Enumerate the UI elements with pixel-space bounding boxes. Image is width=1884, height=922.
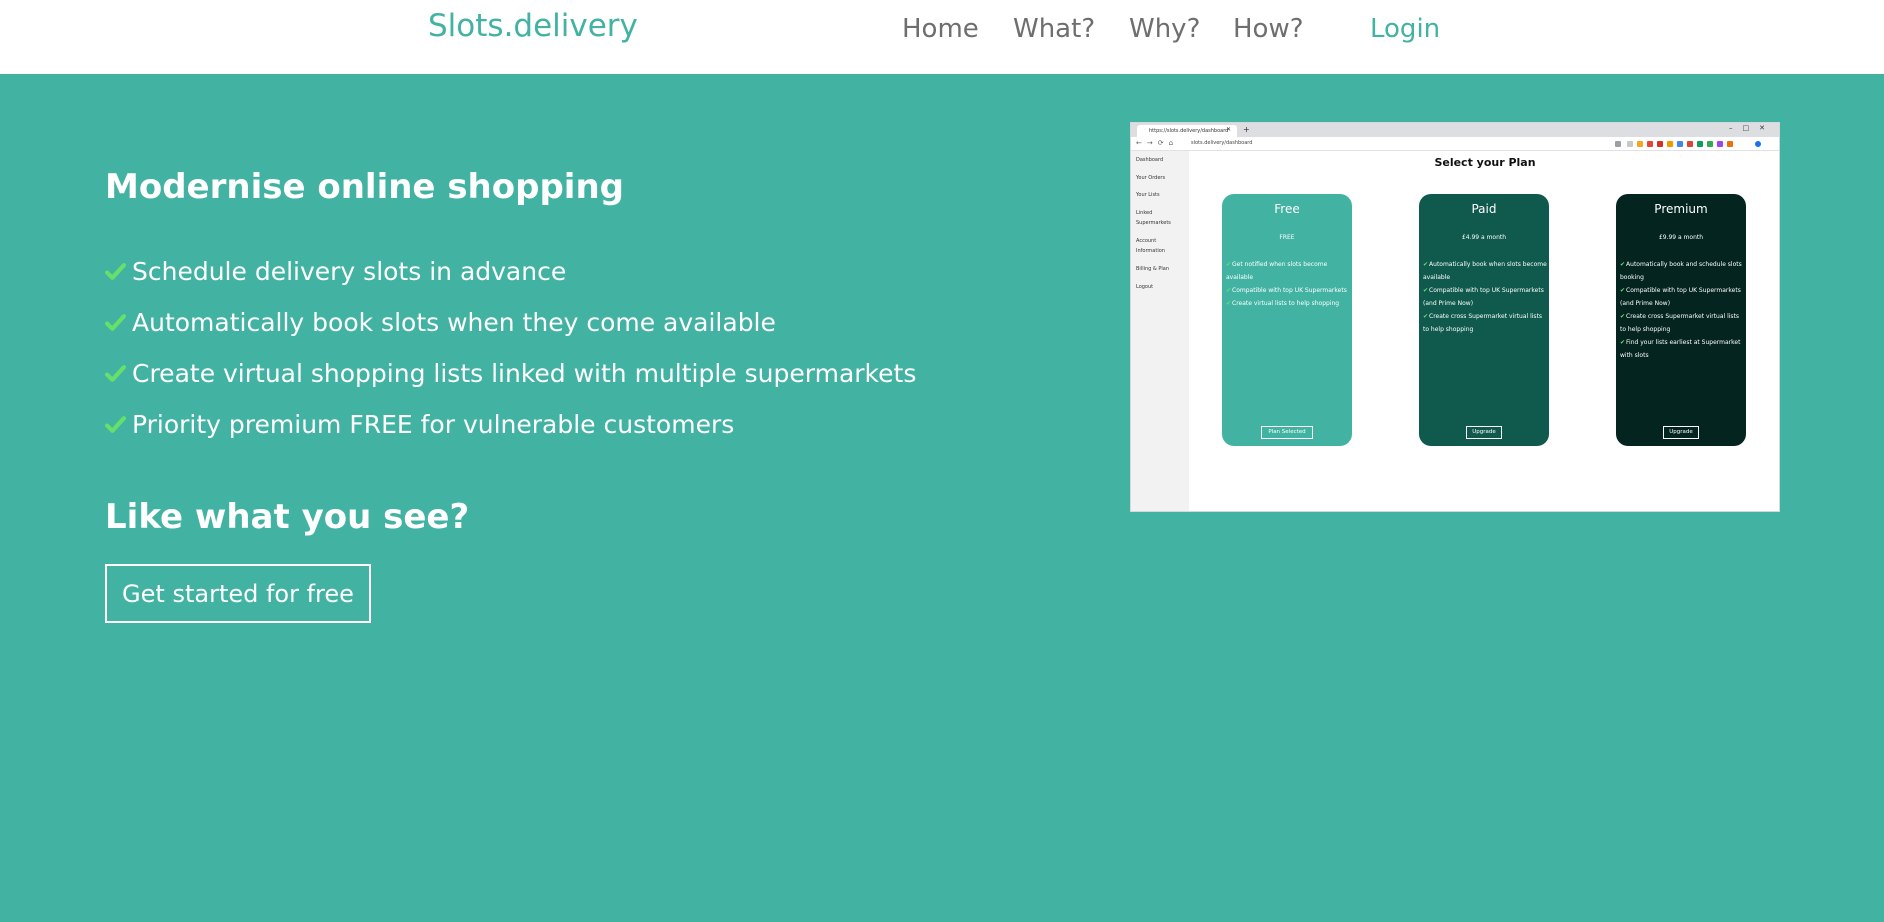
check-icon: ✔ <box>1620 339 1626 346</box>
plan-name: Paid <box>1471 202 1497 216</box>
login-link[interactable]: Login <box>1370 14 1440 44</box>
plan-feature: ✔Create cross Supermarket virtual lists … <box>1423 313 1543 333</box>
plan-features: ✔Automatically book when slots become av… <box>1423 258 1547 336</box>
sidebar-item-logout: Logout <box>1136 284 1154 290</box>
feature-text: Priority premium FREE for vulnerable cus… <box>132 410 735 439</box>
check-icon <box>105 416 126 433</box>
tab-close-icon: ✕ <box>1226 126 1232 133</box>
nav-what[interactable]: What? <box>1013 14 1095 44</box>
window-controls-icon: –□✕ <box>1729 124 1775 132</box>
cta-heading: Like what you see? <box>105 497 470 537</box>
check-icon <box>105 314 126 331</box>
nav-why[interactable]: Why? <box>1129 14 1200 44</box>
plan-feature: ✔Compatible with top UK Supermarkets <box>1226 287 1347 294</box>
upgrade-button: Upgrade <box>1466 426 1502 439</box>
sidebar-item-supermarkets: Linked Supermarkets <box>1136 210 1171 226</box>
extension-icon <box>1727 141 1733 147</box>
plan-feature: ✔Find your lists earliest at Supermarket… <box>1620 339 1741 359</box>
check-icon <box>105 263 126 280</box>
check-icon: ✔ <box>1620 261 1626 268</box>
check-icon: ✔ <box>1226 287 1232 294</box>
feature-text: Automatically book slots when they come … <box>132 308 776 337</box>
plan-name: Premium <box>1654 202 1708 216</box>
check-icon: ✔ <box>1620 313 1626 320</box>
app-sidebar: Dashboard Your Orders Your Lists Linked … <box>1131 151 1189 511</box>
plan-features: ✔Automatically book and schedule slots b… <box>1620 258 1744 362</box>
plan-feature: ✔Automatically book and schedule slots b… <box>1620 261 1742 281</box>
check-icon: ✔ <box>1226 300 1232 307</box>
check-icon: ✔ <box>1226 261 1232 268</box>
feature-item: Create virtual shopping lists linked wit… <box>105 359 916 388</box>
plan-features: ✔Get notified when slots become availabl… <box>1226 258 1350 310</box>
new-tab-icon: + <box>1243 125 1250 134</box>
url-text: slots.delivery/dashboard <box>1191 140 1253 146</box>
plan-card-free: Free FREE ✔Get notified when slots becom… <box>1222 194 1352 446</box>
plan-feature: ✔Get notified when slots become availabl… <box>1226 261 1328 281</box>
sidebar-item-billing: Billing & Plan <box>1136 266 1170 272</box>
extension-icon <box>1667 141 1673 147</box>
hero-heading: Modernise online shopping <box>105 167 624 207</box>
brand-logo[interactable]: Slots.delivery <box>428 8 638 44</box>
extension-icon <box>1637 141 1643 147</box>
feature-text: Schedule delivery slots in advance <box>132 257 567 286</box>
profile-avatar-icon <box>1755 141 1761 147</box>
extension-icon <box>1677 141 1683 147</box>
extension-icon <box>1697 141 1703 147</box>
check-icon: ✔ <box>1423 261 1429 268</box>
nav-home[interactable]: Home <box>902 14 979 44</box>
sidebar-item-lists: Your Lists <box>1136 192 1160 198</box>
app-screenshot: https://slots.delivery/dashboard ✕ + –□✕… <box>1130 122 1780 512</box>
feature-item: Schedule delivery slots in advance <box>105 257 566 286</box>
check-icon: ✔ <box>1423 313 1429 320</box>
browser-tab: https://slots.delivery/dashboard <box>1137 125 1237 137</box>
feature-item: Automatically book slots when they come … <box>105 308 776 337</box>
feature-text: Create virtual shopping lists linked wit… <box>132 359 917 388</box>
plan-selected-button: Plan Selected <box>1261 426 1313 439</box>
extension-icon <box>1627 141 1633 147</box>
plan-title: Select your Plan <box>1434 156 1536 169</box>
sidebar-item-orders: Your Orders <box>1136 175 1166 181</box>
check-icon <box>105 365 126 382</box>
plan-price: £4.99 a month <box>1461 234 1507 241</box>
plan-feature: ✔Automatically book when slots become av… <box>1423 261 1547 281</box>
plan-name: Free <box>1274 202 1300 216</box>
plan-price: FREE <box>1279 234 1295 241</box>
extension-icon <box>1687 141 1693 147</box>
check-icon: ✔ <box>1620 287 1626 294</box>
top-navbar: Slots.delivery Home What? Why? How? Logi… <box>0 0 1884 74</box>
plan-feature: ✔Compatible with top UK Supermarkets (an… <box>1423 287 1544 307</box>
extension-icon <box>1717 141 1723 147</box>
plan-feature: ✔Create cross Supermarket virtual lists … <box>1620 313 1740 333</box>
check-icon: ✔ <box>1423 287 1429 294</box>
plan-feature: ✔Create virtual lists to help shopping <box>1226 300 1340 307</box>
sidebar-item-account: Account Information <box>1136 238 1165 254</box>
extension-icon <box>1657 141 1663 147</box>
extension-icon <box>1707 141 1713 147</box>
get-started-button[interactable]: Get started for free <box>105 564 371 623</box>
browser-tabbar: https://slots.delivery/dashboard ✕ + –□✕ <box>1131 123 1779 137</box>
sidebar-item-dashboard: Dashboard <box>1136 157 1164 163</box>
upgrade-button: Upgrade <box>1663 426 1699 439</box>
browser-nav-icons: ←→⟳⌂ <box>1136 139 1179 147</box>
star-icon <box>1615 141 1621 147</box>
plan-feature: ✔Compatible with top UK Supermarkets (an… <box>1620 287 1741 307</box>
feature-item: Priority premium FREE for vulnerable cus… <box>105 410 734 439</box>
plan-card-premium: Premium £9.99 a month ✔Automatically boo… <box>1616 194 1746 446</box>
nav-how[interactable]: How? <box>1233 14 1304 44</box>
plan-card-paid: Paid £4.99 a month ✔Automatically book w… <box>1419 194 1549 446</box>
extension-icon <box>1647 141 1653 147</box>
plan-price: £9.99 a month <box>1658 234 1704 241</box>
browser-addressbar: ←→⟳⌂ slots.delivery/dashboard <box>1131 137 1779 151</box>
